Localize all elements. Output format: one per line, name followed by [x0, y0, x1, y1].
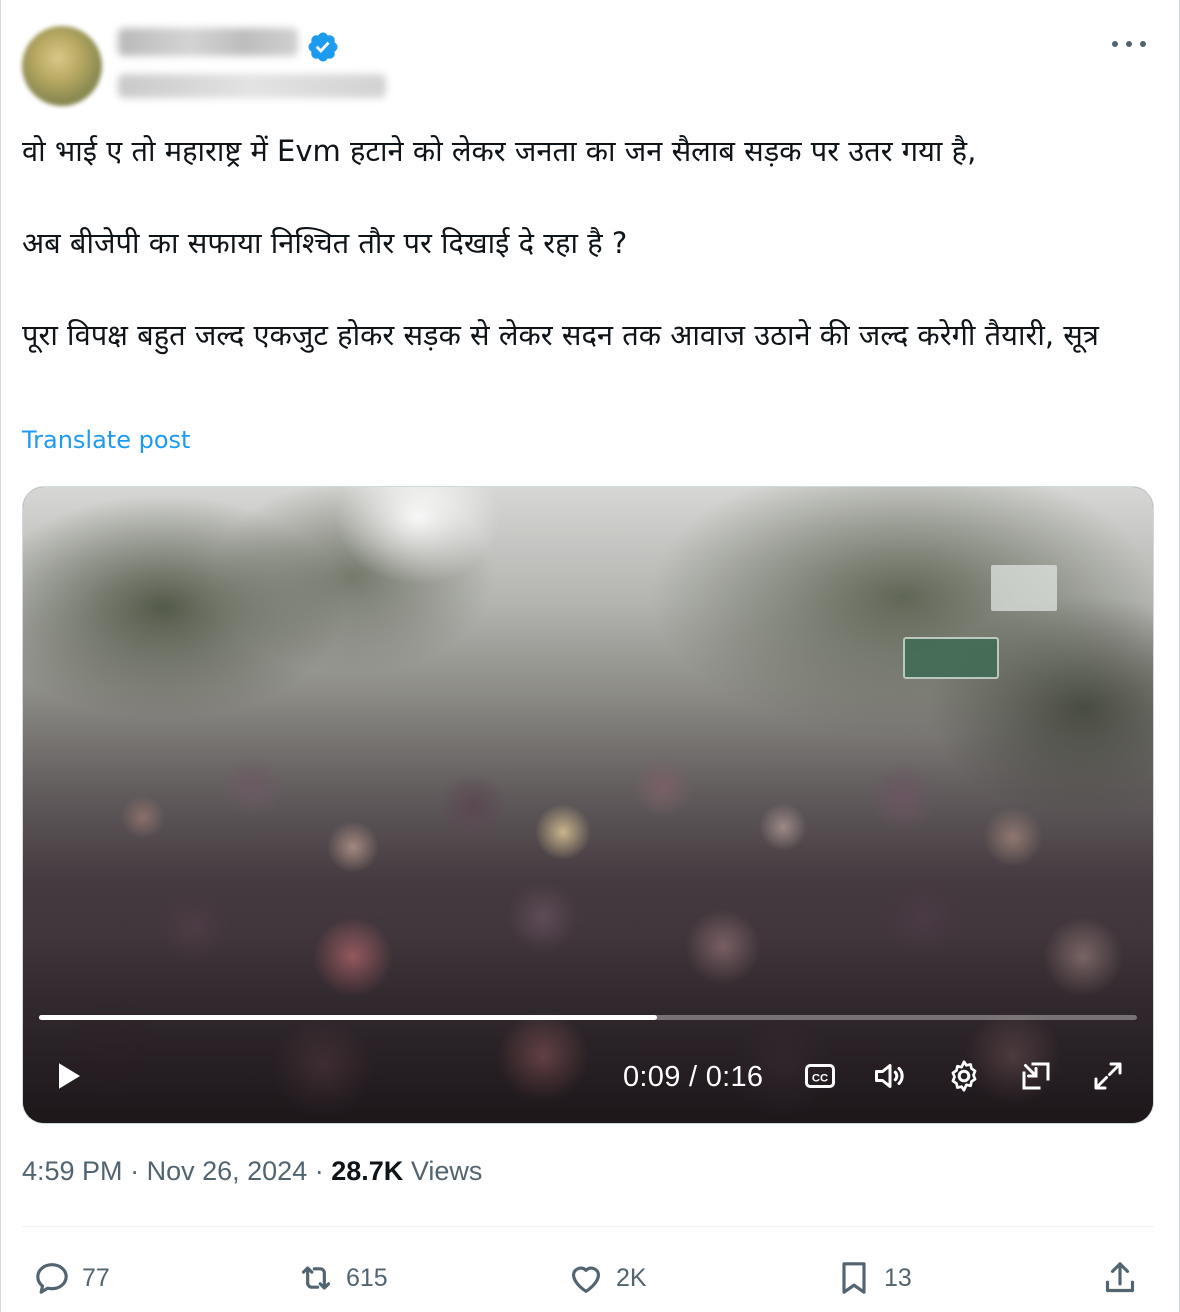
settings-icon[interactable] — [943, 1055, 985, 1097]
video-player[interactable]: 0:09 / 0:16 CC — [22, 486, 1154, 1124]
handle-redacted[interactable] — [118, 74, 386, 98]
reply-button[interactable]: 77 — [32, 1250, 110, 1306]
heart-icon — [571, 1266, 601, 1293]
post-paragraph: पूरा विपक्ष बहुत जल्द एकजुट होकर सड़क से… — [22, 318, 1099, 352]
bookmark-button[interactable]: 13 — [834, 1250, 912, 1306]
meta-separator: · — [314, 1156, 324, 1186]
video-controls: 0:09 / 0:16 CC — [23, 1047, 1153, 1107]
play-icon[interactable] — [47, 1055, 89, 1097]
repost-icon — [301, 1266, 331, 1290]
pip-icon[interactable] — [1015, 1055, 1057, 1097]
video-time: 0:09 / 0:16 — [623, 1061, 764, 1093]
meta-separator: · — [130, 1156, 140, 1186]
avatar[interactable] — [22, 26, 102, 106]
reply-icon — [36, 1263, 68, 1294]
volume-icon[interactable] — [869, 1055, 911, 1097]
video-progress-fill — [39, 1015, 657, 1020]
bookmark-icon — [842, 1262, 866, 1294]
more-options-icon[interactable] — [1112, 30, 1146, 58]
post-date[interactable]: Nov 26, 2024 — [147, 1156, 308, 1186]
like-button[interactable]: 2K — [566, 1250, 647, 1306]
post-time[interactable]: 4:59 PM — [22, 1156, 123, 1186]
views-count: 28.7K — [331, 1156, 404, 1186]
fullscreen-icon[interactable] — [1087, 1055, 1129, 1097]
verified-badge-icon — [308, 32, 338, 62]
repost-button[interactable]: 615 — [296, 1250, 388, 1306]
post-paragraph: अब बीजेपी का सफाया निश्चित तौर पर दिखाई … — [22, 226, 628, 260]
share-button[interactable] — [1100, 1250, 1140, 1306]
translate-post-link[interactable]: Translate post — [22, 426, 190, 454]
frame-border-left — [0, 0, 1, 1312]
post-text: वो भाई ए तो महाराष्ट्र में Evm हटाने को … — [22, 128, 1132, 358]
share-icon — [1105, 1262, 1135, 1293]
svg-text:CC: CC — [812, 1072, 828, 1084]
views-label: Views — [410, 1156, 483, 1186]
repost-count: 615 — [346, 1263, 388, 1292]
display-name-redacted[interactable] — [118, 28, 298, 56]
bookmark-count: 13 — [884, 1263, 912, 1292]
post-paragraph: वो भाई ए तो महाराष्ट्र में Evm हटाने को … — [22, 134, 977, 168]
action-bar: 77 615 2K 13 — [22, 1250, 1158, 1306]
divider — [22, 1226, 1154, 1227]
reply-count: 77 — [82, 1263, 110, 1292]
video-progress-bar[interactable] — [39, 1015, 1137, 1020]
like-count: 2K — [616, 1263, 647, 1292]
captions-icon[interactable]: CC — [799, 1055, 841, 1097]
post-meta: 4:59 PM · Nov 26, 2024 · 28.7K Views — [22, 1156, 482, 1187]
